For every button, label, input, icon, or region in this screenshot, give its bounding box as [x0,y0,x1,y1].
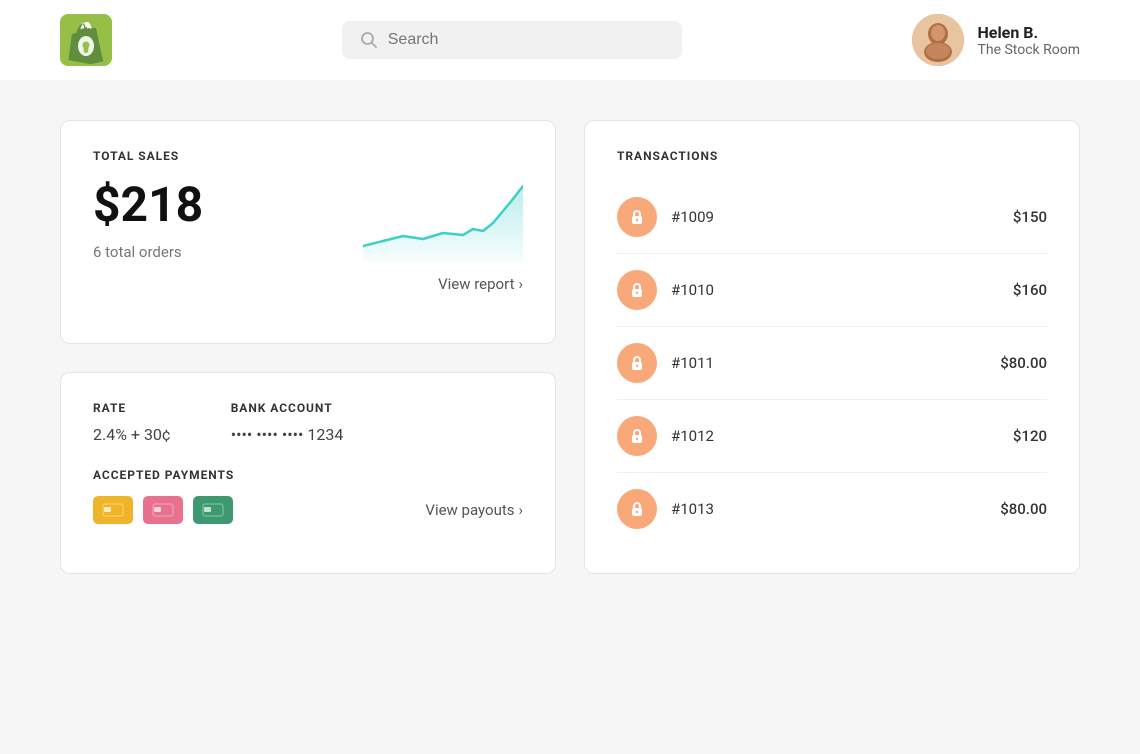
view-report-arrow-icon: › [518,275,523,293]
transaction-id: #1013 [671,500,986,518]
rate-value: 2.4% + 30¢ [93,425,171,444]
bank-label: BANK ACCOUNT [231,401,344,415]
transaction-amount: $80.00 [1000,354,1047,372]
payment-cards-icons [93,496,233,524]
sales-right: View report › [363,181,523,293]
transaction-amount: $160 [1013,281,1047,299]
transactions-list: #1009 $150 #1010 $160 #1011 $8 [617,181,1047,545]
lock-icon [628,354,646,372]
amex-card-icon [193,496,233,524]
lock-icon [628,500,646,518]
lock-icon [628,208,646,226]
lock-icon-circle [617,416,657,456]
user-info: Helen B. The Stock Room [978,23,1080,58]
transaction-amount: $120 [1013,427,1047,445]
lock-icon [628,281,646,299]
user-store: The Stock Room [978,42,1080,58]
transaction-id: #1012 [671,427,999,445]
main-content: TOTAL SALES $218 6 total orders [0,80,1140,614]
rate-bank-card: RATE 2.4% + 30¢ BANK ACCOUNT •••• •••• •… [60,372,556,575]
rate-bank-row: RATE 2.4% + 30¢ BANK ACCOUNT •••• •••• •… [93,401,523,444]
sales-chart [363,181,523,261]
transactions-card: TRANSACTIONS #1009 $150 #1010 $ [584,120,1080,574]
lock-icon-circle [617,489,657,529]
search-bar[interactable] [342,21,682,59]
transaction-item: #1010 $160 [617,254,1047,327]
credit-card-chip-icon [102,503,124,517]
sales-body: $218 6 total orders [93,181,523,293]
accepted-payments-row: View payouts › [93,496,523,524]
search-icon [360,31,378,49]
lock-icon-circle [617,343,657,383]
mastercard-card-icon [143,496,183,524]
visa-card-icon [93,496,133,524]
transaction-amount: $80.00 [1000,500,1047,518]
rate-label: RATE [93,401,171,415]
transactions-label: TRANSACTIONS [617,149,1047,163]
view-report-link[interactable]: View report › [438,275,523,293]
sales-orders: 6 total orders [93,243,203,261]
total-sales-card: TOTAL SALES $218 6 total orders [60,120,556,344]
header: Helen B. The Stock Room [0,0,1140,80]
shopify-logo-icon [60,14,112,66]
view-report-label: View report [438,275,514,293]
bank-section: BANK ACCOUNT •••• •••• •••• 1234 [231,401,344,444]
lock-icon-circle [617,197,657,237]
transaction-item: #1009 $150 [617,181,1047,254]
sales-amount: $218 [93,181,203,229]
credit-card-chip-icon-2 [152,503,174,517]
transaction-id: #1011 [671,354,986,372]
transaction-amount: $150 [1013,208,1047,226]
logo-area [60,14,112,66]
view-payouts-label: View payouts [425,501,514,519]
avatar-image [912,14,964,66]
transaction-item: #1012 $120 [617,400,1047,473]
rate-section: RATE 2.4% + 30¢ [93,401,171,444]
user-area: Helen B. The Stock Room [912,14,1080,66]
bank-value: •••• •••• •••• 1234 [231,425,344,444]
transaction-id: #1009 [671,208,999,226]
user-name: Helen B. [978,23,1080,42]
lock-icon-circle [617,270,657,310]
avatar [912,14,964,66]
view-payouts-arrow-icon: › [518,501,523,519]
lock-icon [628,427,646,445]
total-sales-label: TOTAL SALES [93,149,523,163]
accepted-payments-label: ACCEPTED PAYMENTS [93,468,523,482]
credit-card-chip-icon-3 [202,503,224,517]
transaction-id: #1010 [671,281,999,299]
search-input[interactable] [388,31,664,49]
view-payouts-link[interactable]: View payouts › [425,501,523,519]
transaction-item: #1011 $80.00 [617,327,1047,400]
sales-left: $218 6 total orders [93,181,203,261]
transaction-item: #1013 $80.00 [617,473,1047,545]
